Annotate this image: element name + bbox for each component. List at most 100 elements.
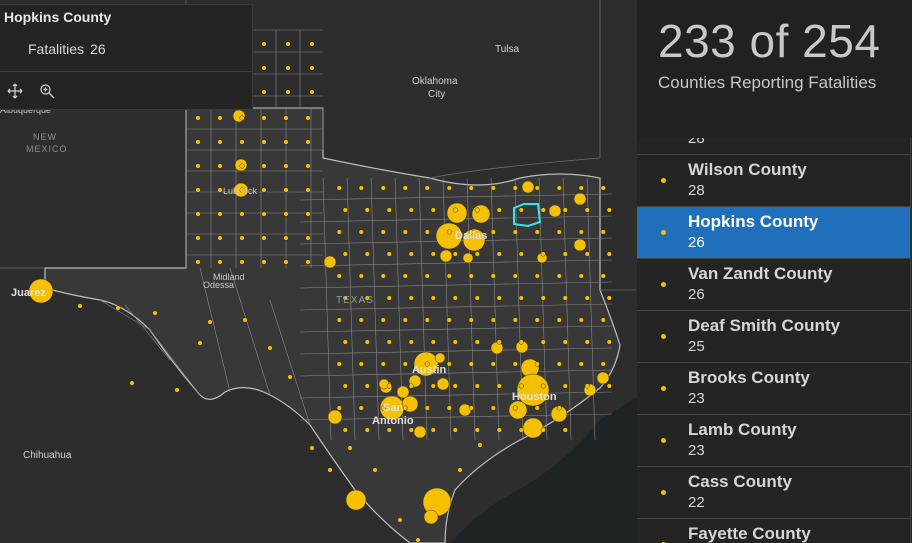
- fatality-marker[interactable]: [490, 341, 504, 355]
- fatality-marker[interactable]: [600, 185, 606, 191]
- fatality-marker[interactable]: [508, 400, 528, 420]
- fatality-marker[interactable]: [430, 295, 436, 301]
- fatality-marker[interactable]: [584, 339, 590, 345]
- list-item[interactable]: Brooks County 23: [637, 362, 911, 414]
- fatality-marker[interactable]: [261, 163, 267, 169]
- fatality-marker[interactable]: [423, 509, 439, 525]
- fatality-marker[interactable]: [540, 251, 546, 257]
- fatality-marker[interactable]: [380, 273, 386, 279]
- fatality-marker[interactable]: [309, 41, 315, 47]
- fatality-marker[interactable]: [468, 361, 474, 367]
- fatality-marker[interactable]: [261, 187, 267, 193]
- fatality-marker[interactable]: [305, 235, 311, 241]
- fatality-marker[interactable]: [408, 427, 414, 433]
- fatality-marker[interactable]: [474, 383, 480, 389]
- fatality-marker[interactable]: [562, 427, 568, 433]
- fatality-marker[interactable]: [380, 317, 386, 323]
- fatality-marker[interactable]: [283, 235, 289, 241]
- fatality-marker[interactable]: [195, 187, 201, 193]
- fatality-marker[interactable]: [518, 427, 524, 433]
- fatality-marker[interactable]: [446, 361, 452, 367]
- fatality-marker[interactable]: [305, 259, 311, 265]
- fatality-marker[interactable]: [386, 251, 392, 257]
- fatality-marker[interactable]: [358, 185, 364, 191]
- fatality-marker[interactable]: [364, 427, 370, 433]
- fatality-marker[interactable]: [548, 204, 562, 218]
- fatality-marker[interactable]: [452, 339, 458, 345]
- fatality-marker[interactable]: [336, 185, 342, 191]
- fatality-marker[interactable]: [462, 252, 474, 264]
- fatality-marker[interactable]: [261, 235, 267, 241]
- fatality-marker[interactable]: [267, 345, 273, 351]
- fatality-marker[interactable]: [562, 295, 568, 301]
- fatality-marker[interactable]: [534, 405, 540, 411]
- fatality-marker[interactable]: [402, 185, 408, 191]
- fatality-marker[interactable]: [474, 427, 480, 433]
- fatality-marker[interactable]: [490, 361, 496, 367]
- fatality-marker[interactable]: [305, 115, 311, 121]
- fatality-marker[interactable]: [402, 361, 408, 367]
- fatality-marker[interactable]: [606, 207, 612, 213]
- fatality-marker[interactable]: [600, 229, 606, 235]
- fatality-marker[interactable]: [336, 273, 342, 279]
- fatality-marker[interactable]: [522, 417, 544, 439]
- fatality-marker[interactable]: [468, 185, 474, 191]
- fatality-marker[interactable]: [386, 427, 392, 433]
- fatality-marker[interactable]: [239, 259, 245, 265]
- fatality-marker[interactable]: [424, 229, 430, 235]
- fatality-marker[interactable]: [512, 229, 518, 235]
- fatality-marker[interactable]: [584, 207, 590, 213]
- fatality-marker[interactable]: [152, 310, 158, 316]
- fatality-marker[interactable]: [490, 273, 496, 279]
- fatality-marker[interactable]: [195, 259, 201, 265]
- fatality-marker[interactable]: [408, 207, 414, 213]
- fatality-marker[interactable]: [534, 273, 540, 279]
- list-item-selected[interactable]: Hopkins County 26: [637, 206, 911, 258]
- fatality-marker[interactable]: [518, 207, 524, 213]
- fatality-marker[interactable]: [386, 339, 392, 345]
- pan-icon[interactable]: [6, 83, 24, 101]
- fatality-marker[interactable]: [578, 317, 584, 323]
- fatality-marker[interactable]: [305, 211, 311, 217]
- fatality-marker[interactable]: [540, 383, 546, 389]
- fatality-marker[interactable]: [452, 427, 458, 433]
- fatality-marker[interactable]: [474, 295, 480, 301]
- fatality-marker[interactable]: [512, 273, 518, 279]
- fatality-marker[interactable]: [496, 295, 502, 301]
- fatality-marker[interactable]: [556, 317, 562, 323]
- fatality-marker[interactable]: [364, 383, 370, 389]
- fatality-marker[interactable]: [195, 139, 201, 145]
- fatality-marker[interactable]: [217, 235, 223, 241]
- fatality-marker[interactable]: [518, 251, 524, 257]
- fatality-marker[interactable]: [397, 517, 403, 523]
- fatality-marker[interactable]: [496, 251, 502, 257]
- fatality-marker[interactable]: [261, 211, 267, 217]
- fatality-marker[interactable]: [534, 185, 540, 191]
- fatality-marker[interactable]: [239, 235, 245, 241]
- fatality-marker[interactable]: [327, 467, 333, 473]
- fatality-marker[interactable]: [239, 163, 245, 169]
- fatality-marker[interactable]: [534, 229, 540, 235]
- fatality-marker[interactable]: [207, 319, 213, 325]
- fatality-marker[interactable]: [380, 185, 386, 191]
- fatality-marker[interactable]: [446, 273, 452, 279]
- fatality-marker[interactable]: [562, 207, 568, 213]
- fatality-marker[interactable]: [217, 115, 223, 121]
- fatality-marker[interactable]: [285, 41, 291, 47]
- fatality-marker[interactable]: [457, 467, 463, 473]
- fatality-marker[interactable]: [446, 405, 452, 411]
- fatality-marker[interactable]: [77, 303, 83, 309]
- fatality-marker[interactable]: [195, 235, 201, 241]
- fatality-marker[interactable]: [305, 187, 311, 193]
- fatality-marker[interactable]: [342, 251, 348, 257]
- fatality-marker[interactable]: [436, 377, 450, 391]
- fatality-marker[interactable]: [424, 273, 430, 279]
- fatality-marker[interactable]: [239, 211, 245, 217]
- fatality-marker[interactable]: [424, 317, 430, 323]
- fatality-marker[interactable]: [562, 383, 568, 389]
- fatality-marker[interactable]: [336, 317, 342, 323]
- fatality-marker[interactable]: [474, 207, 480, 213]
- fatality-marker[interactable]: [342, 427, 348, 433]
- fatality-marker[interactable]: [309, 445, 315, 451]
- fatality-marker[interactable]: [372, 467, 378, 473]
